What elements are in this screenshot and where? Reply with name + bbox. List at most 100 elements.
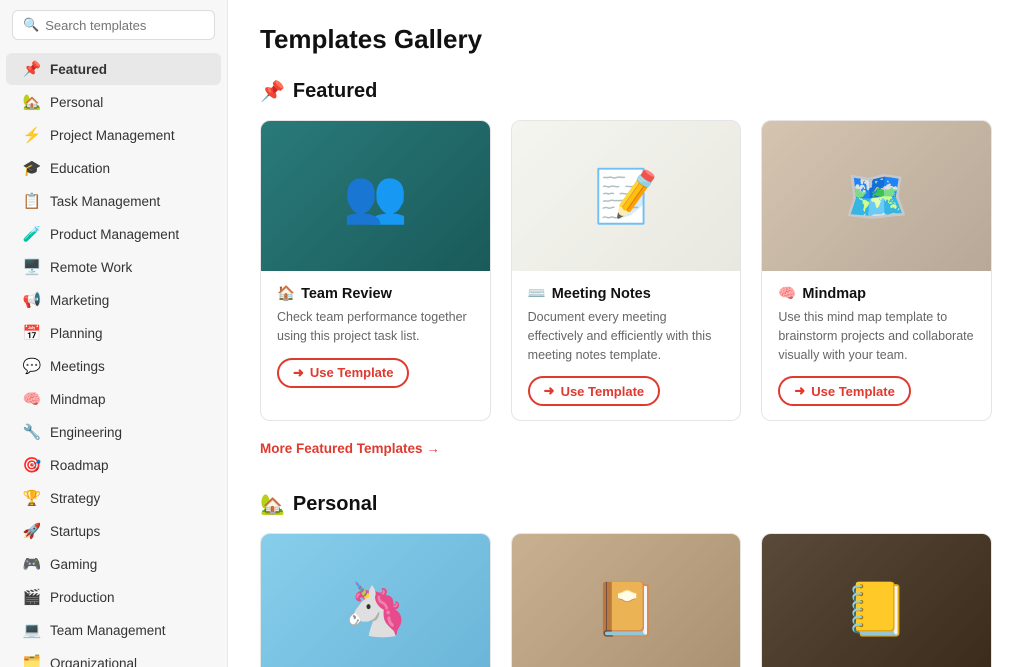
sidebar-item-product-management[interactable]: 🧪Product Management [6, 218, 221, 250]
nav-icon-production: 🎬 [22, 588, 42, 606]
personal-template-grid: 🦄 📋 Personal Task Tracker & Planning Lis… [260, 533, 992, 667]
sidebar-item-education[interactable]: 🎓 Education [6, 152, 221, 184]
nav-label-engineering: Engineering [50, 425, 122, 440]
template-card-bullet-journal-weekly[interactable]: 📒 💡 Bullet Journal Weekly Highlights Get… [761, 533, 992, 667]
card-image-bullet-journal: 📔 [512, 534, 741, 667]
nav-label-roadmap: Roadmap [50, 458, 109, 473]
nav-icon-remote-work: 🖥️ [22, 258, 42, 276]
nav-label-startups: Startups [50, 524, 100, 539]
template-card-mindmap[interactable]: 🗺️ 🧠 Mindmap Use this mind map template … [761, 120, 992, 421]
card-icon-team-review: 🏠 [277, 285, 295, 302]
nav-icon-gaming: 🎮 [22, 555, 42, 573]
page-title: Templates Gallery [260, 24, 992, 55]
nav-icon-meetings: 💬 [22, 357, 42, 375]
card-body-meeting-notes: ⌨️ Meeting Notes Document every meeting … [512, 271, 741, 420]
sidebar-item-project-management[interactable]: ⚡ Project Management [6, 119, 221, 151]
nav-label-task-management: Task Management [50, 194, 160, 209]
personal-section-title: 🏡 Personal [260, 492, 992, 517]
card-image-team-review: 👥 [261, 121, 490, 271]
nav-icon-task-management: 📋 [22, 192, 42, 210]
nav-icon-engineering: 🔧 [22, 423, 42, 441]
card-title-team-review: 🏠 Team Review [277, 285, 474, 302]
nav-label-project-management: Project Management [50, 128, 175, 143]
nav-label-education: Education [50, 161, 110, 176]
nav-icon-product-management: 🧪 [22, 225, 42, 243]
featured-section-title: 📌 Featured [260, 79, 992, 104]
nav-label-mindmap: Mindmap [50, 392, 106, 407]
template-card-bullet-journal[interactable]: 📔 📓 Bullet Journal Your digital Bullet J… [511, 533, 742, 667]
sidebar-item-personal[interactable]: 🏡 Personal [6, 86, 221, 118]
search-input[interactable] [45, 18, 204, 33]
nav-label-meetings: Meetings [50, 359, 105, 374]
sidebar-item-meetings[interactable]: 💬 Meetings [6, 350, 221, 382]
sidebar-item-featured[interactable]: 📌 Featured [6, 53, 221, 85]
use-template-btn-team-review[interactable]: ➜ Use Template [277, 358, 409, 388]
nav-icon-strategy: 🏆 [22, 489, 42, 507]
sidebar-item-organizational[interactable]: 🗂️ Organizational [6, 647, 221, 667]
card-title-meeting-notes: ⌨️ Meeting Notes [528, 285, 725, 302]
sidebar-item-production[interactable]: 🎬 Production [6, 581, 221, 613]
card-body-team-review: 🏠 Team Review Check team performance tog… [261, 271, 490, 402]
template-card-team-review[interactable]: 👥 🏠 Team Review Check team performance t… [260, 120, 491, 421]
sidebar-item-team-management[interactable]: 💻 Team Management [6, 614, 221, 646]
card-desc-mindmap: Use this mind map template to brainstorm… [778, 308, 975, 364]
personal-section: 🏡 Personal 🦄 📋 Personal Task Tracker & P… [260, 492, 992, 667]
nav-label-personal: Personal [50, 95, 103, 110]
nav-label-planning: Planning [50, 326, 103, 341]
card-desc-meeting-notes: Document every meeting effectively and e… [528, 308, 725, 364]
arrow-icon-meeting-notes: ➜ [544, 383, 555, 399]
card-image-bullet-journal-weekly: 📒 [762, 534, 991, 667]
nav-icon-personal: 🏡 [22, 93, 42, 111]
sidebar-item-gaming[interactable]: 🎮 Gaming [6, 548, 221, 580]
nav-label-organizational: Organizational [50, 656, 137, 667]
nav-icon-startups: 🚀 [22, 522, 42, 540]
sidebar: 🔍 📌 Featured 🏡 Personal ⚡ Project Management 🎓… [0, 0, 228, 667]
main-content: Templates Gallery 📌 Featured 👥 🏠 Team Re… [228, 0, 1024, 667]
nav-label-team-management: Team Management [50, 623, 166, 638]
nav-label-remote-work: Remote Work [50, 260, 132, 275]
sidebar-item-startups[interactable]: 🚀 Startups [6, 515, 221, 547]
search-box[interactable]: 🔍 [12, 10, 215, 40]
sidebar-item-planning[interactable]: 📅 Planning [6, 317, 221, 349]
nav-label-gaming: Gaming [50, 557, 97, 572]
card-body-mindmap: 🧠 Mindmap Use this mind map template to … [762, 271, 991, 420]
use-template-btn-meeting-notes[interactable]: ➜ Use Template [528, 376, 660, 406]
nav-icon-marketing: 📢 [22, 291, 42, 309]
nav-icon-organizational: 🗂️ [22, 654, 42, 667]
sidebar-item-roadmap[interactable]: 🎯 Roadmap [6, 449, 221, 481]
sidebar-item-task-management[interactable]: 📋 Task Management [6, 185, 221, 217]
card-desc-team-review: Check team performance together using th… [277, 308, 474, 346]
nav-label-featured: Featured [50, 62, 107, 77]
template-card-meeting-notes[interactable]: 📝 ⌨️ Meeting Notes Document every meetin… [511, 120, 742, 421]
nav-icon-team-management: 💻 [22, 621, 42, 639]
card-icon-meeting-notes: ⌨️ [528, 285, 546, 302]
sidebar-item-strategy[interactable]: 🏆 Strategy [6, 482, 221, 514]
use-template-btn-mindmap[interactable]: ➜ Use Template [778, 376, 910, 406]
sidebar-item-engineering[interactable]: 🔧 Engineering [6, 416, 221, 448]
sidebar-item-remote-work[interactable]: 🖥️ Remote Work [6, 251, 221, 283]
nav-label-production: Production [50, 590, 115, 605]
nav-label-marketing: Marketing [50, 293, 109, 308]
nav-icon-project-management: ⚡ [22, 126, 42, 144]
template-card-personal-task-tracker[interactable]: 🦄 📋 Personal Task Tracker & Planning Lis… [260, 533, 491, 667]
sidebar-item-mindmap[interactable]: 🧠Mindmap [6, 383, 221, 415]
sidebar-item-marketing[interactable]: 📢 Marketing [6, 284, 221, 316]
card-image-meeting-notes: 📝 [512, 121, 741, 271]
card-title-mindmap: 🧠 Mindmap [778, 285, 975, 302]
nav-label-strategy: Strategy [50, 491, 100, 506]
nav-icon-planning: 📅 [22, 324, 42, 342]
featured-section: 📌 Featured 👥 🏠 Team Review Check team pe… [260, 79, 992, 484]
card-image-personal-task-tracker: 🦄 [261, 534, 490, 667]
featured-icon: 📌 [260, 79, 285, 104]
arrow-icon-mindmap: ➜ [794, 383, 805, 399]
nav-icon-education: 🎓 [22, 159, 42, 177]
personal-icon: 🏡 [260, 492, 285, 517]
nav-icon-roadmap: 🎯 [22, 456, 42, 474]
featured-template-grid: 👥 🏠 Team Review Check team performance t… [260, 120, 992, 421]
nav-icon-featured: 📌 [22, 60, 42, 78]
card-image-mindmap: 🗺️ [762, 121, 991, 271]
featured-title-text: Featured [293, 80, 377, 103]
personal-title-text: Personal [293, 493, 377, 516]
card-icon-mindmap: 🧠 [778, 285, 796, 302]
more-featured-link[interactable]: More Featured Templates → [260, 441, 440, 456]
